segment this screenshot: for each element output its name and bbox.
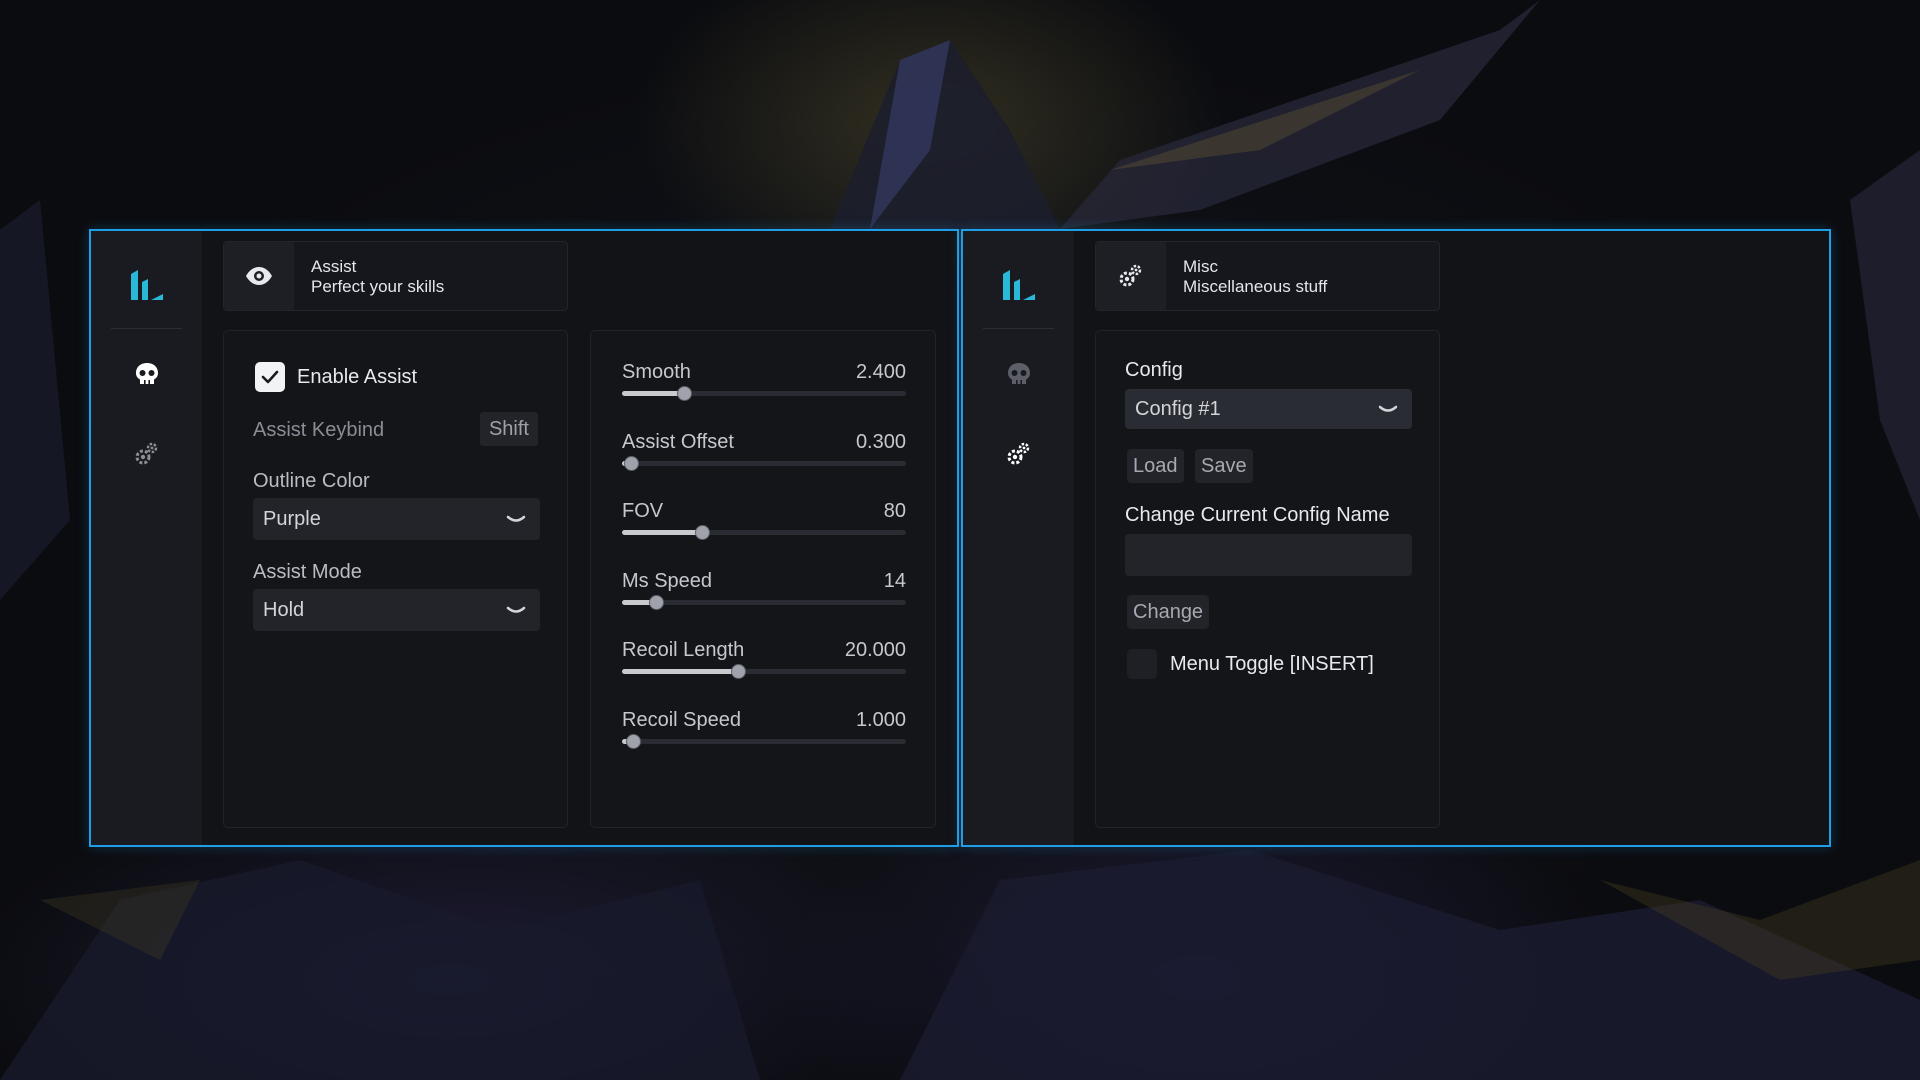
slider-row: Smooth 2.400 (622, 361, 906, 421)
sidebar (963, 231, 1074, 845)
assist-sliders-card: Smooth 2.400 Assist Offset 0.300 FOV 80 Ms Spe… (590, 330, 936, 828)
save-button[interactable]: Save (1195, 449, 1253, 483)
sidebar-item-misc[interactable] (131, 438, 163, 470)
slider-value: 14 (883, 569, 906, 592)
slider-label: Assist Offset (622, 430, 734, 453)
menu-toggle-checkbox[interactable] (1127, 649, 1157, 679)
header-subtitle: Miscellaneous stuff (1183, 277, 1328, 296)
misc-window: Misc Miscellaneous stuff Config Config #… (961, 229, 1831, 847)
assist-settings-card: Enable Assist Assist Keybind Shift Outli… (223, 330, 568, 828)
sidebar-item-assist[interactable] (131, 358, 163, 390)
chevron-down-icon (1378, 405, 1398, 412)
sidebar-divider (983, 328, 1054, 329)
slider-label: Recoil Length (622, 639, 745, 661)
slider-track[interactable] (622, 733, 906, 749)
slider-value: 20.000 (844, 639, 906, 661)
config-select-value: Config #1 (1135, 398, 1221, 420)
section-header: Assist Perfect your skills (223, 241, 568, 311)
sidebar (91, 231, 202, 845)
slider-track[interactable] (622, 386, 906, 401)
slider-label: Recoil Speed (622, 708, 741, 731)
skull-icon (1008, 363, 1030, 384)
gears-icon (135, 442, 158, 465)
change-button[interactable]: Change (1127, 595, 1210, 629)
load-button[interactable]: Load (1127, 449, 1184, 483)
eye-icon (246, 267, 272, 285)
outline-color-label: Outline Color (253, 470, 370, 492)
slider-value: 1.000 (855, 708, 906, 731)
slider-thumb[interactable] (626, 733, 642, 749)
check-icon (261, 370, 279, 384)
config-label: Config (1125, 359, 1183, 381)
slider-row: Recoil Length 20.000 (622, 639, 906, 699)
assist-keybind-label: Assist Keybind (253, 419, 385, 441)
slider-label: Smooth (622, 361, 691, 383)
assist-window: Assist Perfect your skills Enable Assist… (89, 229, 959, 847)
skull-icon (136, 363, 158, 384)
config-name-input[interactable] (1125, 534, 1412, 576)
logo-icon (1003, 270, 1035, 300)
sidebar-divider (111, 328, 182, 329)
chevron-down-icon (506, 515, 526, 522)
sidebar-item-assist[interactable] (1003, 358, 1035, 390)
assist-mode-label: Assist Mode (253, 561, 362, 583)
slider-fill (622, 669, 739, 674)
slider-track[interactable] (622, 594, 906, 610)
enable-assist-checkbox[interactable] (255, 362, 285, 392)
slider-thumb[interactable] (677, 386, 693, 401)
enable-assist-label: Enable Assist (297, 366, 418, 388)
config-card: Config Config #1 Load Save Change Curren… (1095, 330, 1440, 828)
slider-track[interactable] (622, 664, 906, 679)
assist-keybind-button[interactable]: Shift (479, 412, 538, 446)
assist-mode-value: Hold (263, 599, 305, 621)
outline-color-value: Purple (263, 508, 321, 530)
slider-label: FOV (622, 500, 664, 522)
slider-thumb[interactable] (731, 664, 747, 679)
slider-row: Assist Offset 0.300 (622, 431, 906, 491)
chevron-down-icon (506, 606, 526, 613)
slider-fill (622, 391, 685, 396)
assist-mode-select[interactable]: Hold (253, 589, 540, 631)
menu-toggle-label: Menu Toggle [INSERT] (1170, 653, 1374, 675)
slider-fill (622, 530, 702, 535)
gears-icon (1119, 264, 1142, 287)
slider-thumb[interactable] (649, 594, 665, 610)
header-subtitle: Perfect your skills (311, 277, 445, 296)
header-title: Misc (1183, 257, 1218, 276)
sidebar-item-misc[interactable] (1003, 438, 1035, 470)
gears-icon (1007, 442, 1030, 465)
header-title: Assist (311, 257, 357, 276)
rename-config-label: Change Current Config Name (1125, 504, 1390, 526)
slider-value: 2.400 (855, 361, 906, 383)
config-select[interactable]: Config #1 (1125, 389, 1412, 429)
slider-value: 0.300 (855, 430, 906, 453)
slider-thumb[interactable] (694, 525, 710, 540)
outline-color-select[interactable]: Purple (253, 498, 540, 540)
slider-row: Ms Speed 14 (622, 570, 906, 630)
header-icon-box (224, 242, 294, 310)
slider-track[interactable] (622, 525, 906, 540)
slider-thumb[interactable] (623, 455, 639, 471)
slider-label: Ms Speed (622, 569, 713, 592)
slider-value: 80 (883, 500, 906, 522)
slider-row: Recoil Speed 1.000 (622, 709, 906, 769)
header-icon-box (1096, 242, 1166, 310)
slider-track[interactable] (622, 455, 906, 471)
section-header: Misc Miscellaneous stuff (1095, 241, 1440, 311)
logo-icon (131, 270, 163, 300)
slider-row: FOV 80 (622, 500, 906, 560)
